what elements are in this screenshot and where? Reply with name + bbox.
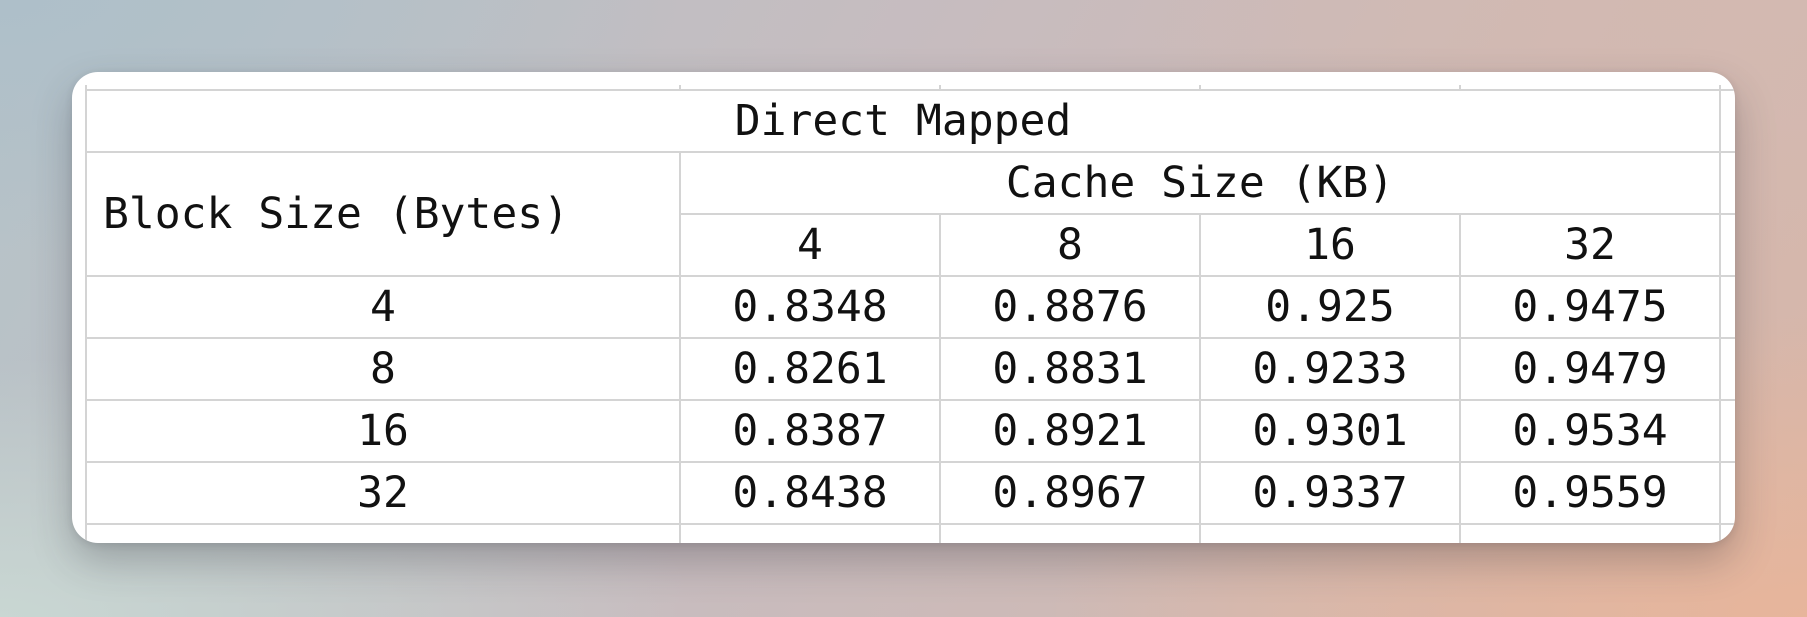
block-size-cell[interactable]: 8: [85, 337, 681, 401]
grid-cell[interactable]: [1719, 151, 1735, 215]
column-header[interactable]: 32: [1459, 213, 1721, 277]
value-cell[interactable]: 0.9301: [1199, 399, 1461, 463]
group-header-row: Block Size (Bytes) Cache Size (KB): [85, 151, 1735, 277]
value-cell[interactable]: 0.8876: [939, 275, 1201, 339]
block-size-cell[interactable]: 4: [85, 275, 681, 339]
value-cell[interactable]: 0.9534: [1459, 399, 1721, 463]
value-cell[interactable]: 0.9337: [1199, 461, 1461, 525]
column-header[interactable]: 16: [1199, 213, 1461, 277]
value-cell[interactable]: 0.8387: [679, 399, 941, 463]
table-row: 4 0.8348 0.8876 0.925 0.9475: [85, 275, 1735, 339]
value-cell[interactable]: 0.8967: [939, 461, 1201, 525]
value-cell[interactable]: 0.8831: [939, 337, 1201, 401]
table-row: 8 0.8261 0.8831 0.9233 0.9479: [85, 337, 1735, 401]
block-size-cell[interactable]: 16: [85, 399, 681, 463]
value-cell[interactable]: 0.9559: [1459, 461, 1721, 525]
title-row: Direct Mapped: [85, 89, 1735, 153]
grid-cell[interactable]: [1199, 523, 1461, 543]
grid-cell[interactable]: [1719, 213, 1735, 277]
column-header[interactable]: 8: [939, 213, 1201, 277]
table-window: Direct Mapped Block Size (Bytes) Cache S…: [72, 72, 1735, 543]
value-cell[interactable]: 0.8348: [679, 275, 941, 339]
grid-cell[interactable]: [85, 523, 681, 543]
empty-row: [85, 523, 1735, 543]
row-header-label[interactable]: Block Size (Bytes): [85, 151, 681, 277]
table-title[interactable]: Direct Mapped: [85, 89, 1721, 153]
value-cell[interactable]: 0.925: [1199, 275, 1461, 339]
value-cell[interactable]: 0.8921: [939, 399, 1201, 463]
value-cell[interactable]: 0.8438: [679, 461, 941, 525]
grid-cell[interactable]: [1459, 523, 1721, 543]
spreadsheet-grid: Direct Mapped Block Size (Bytes) Cache S…: [85, 85, 1735, 543]
grid-cell[interactable]: [1719, 337, 1735, 401]
value-cell[interactable]: 0.9475: [1459, 275, 1721, 339]
grid-cell[interactable]: [679, 523, 941, 543]
grid-cell[interactable]: [1719, 461, 1735, 525]
value-cell[interactable]: 0.8261: [679, 337, 941, 401]
table-row: 16 0.8387 0.8921 0.9301 0.9534: [85, 399, 1735, 463]
col-group-label[interactable]: Cache Size (KB): [679, 151, 1721, 215]
grid-cell[interactable]: [1719, 89, 1735, 153]
block-size-cell[interactable]: 32: [85, 461, 681, 525]
column-header[interactable]: 4: [679, 213, 941, 277]
value-cell[interactable]: 0.9479: [1459, 337, 1721, 401]
table-row: 32 0.8438 0.8967 0.9337 0.9559: [85, 461, 1735, 525]
grid-cell[interactable]: [1719, 523, 1735, 543]
value-cell[interactable]: 0.9233: [1199, 337, 1461, 401]
grid-cell[interactable]: [1719, 275, 1735, 339]
hit-rate-table: Direct Mapped Block Size (Bytes) Cache S…: [85, 85, 1735, 543]
grid-cell[interactable]: [1719, 399, 1735, 463]
grid-cell[interactable]: [939, 523, 1201, 543]
